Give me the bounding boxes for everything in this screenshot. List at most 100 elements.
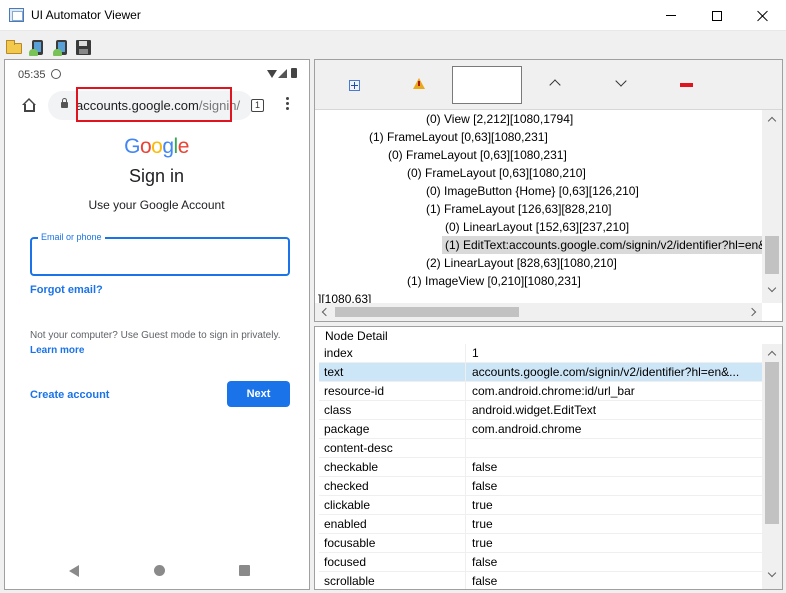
hierarchy-tree[interactable]: (0) View [2,212][1080,1794] (1) FrameLayo… [315, 110, 762, 303]
next-button[interactable]: Next [227, 381, 290, 407]
property-key: checkable [319, 458, 466, 477]
scroll-right-icon[interactable] [747, 307, 757, 317]
property-value[interactable] [467, 439, 762, 458]
hierarchy-panel: (0) View [2,212][1080,1794] (1) FrameLayo… [314, 59, 783, 322]
recents-icon[interactable] [239, 565, 250, 576]
tree-horizontal-scrollbar[interactable] [315, 303, 762, 321]
table-row[interactable]: index 1 [319, 344, 762, 363]
learn-more-link[interactable]: Learn more [30, 345, 84, 356]
property-value[interactable]: false [467, 477, 762, 496]
battery-icon [291, 68, 297, 78]
tree-vertical-scroll-thumb[interactable] [765, 236, 779, 274]
table-row[interactable]: focused false [319, 553, 762, 572]
property-value[interactable]: true [467, 496, 762, 515]
property-value[interactable]: false [467, 553, 762, 572]
property-value[interactable]: com.android.chrome [467, 420, 762, 439]
forgot-email-link[interactable]: Forgot email? [30, 284, 103, 296]
phone-screen[interactable]: 05:35 accounts.google.com/signin/ 1 Goog… [10, 63, 303, 587]
property-key: checked [319, 477, 466, 496]
chevron-down-icon[interactable] [615, 75, 627, 87]
scroll-up-icon[interactable] [767, 350, 777, 360]
property-key: class [319, 401, 466, 420]
property-key: focused [319, 553, 466, 572]
detail-vertical-scrollbar[interactable] [762, 344, 782, 589]
property-key: focusable [319, 534, 466, 553]
table-row[interactable]: clickable true [319, 496, 762, 515]
property-value[interactable]: accounts.google.com/signin/v2/identifier… [467, 363, 762, 382]
minimize-icon [666, 15, 676, 16]
chevron-up-icon[interactable] [549, 79, 561, 91]
property-value[interactable]: 1 [467, 344, 762, 363]
maximize-button[interactable] [694, 0, 740, 31]
node-detail-title: Node Detail [323, 329, 390, 343]
property-key: index [319, 344, 466, 363]
table-row[interactable]: content-desc [319, 439, 762, 458]
detail-vertical-scroll-thumb[interactable] [765, 362, 779, 524]
table-row[interactable]: resource-id com.android.chrome:id/url_bar [319, 382, 762, 401]
title-bar: UI Automator Viewer [0, 0, 786, 31]
device-screenshot-button[interactable] [29, 40, 45, 56]
close-button[interactable] [740, 0, 786, 31]
tree-node[interactable]: (0) FrameLayout [0,63][1080,231] [385, 146, 567, 164]
clear-icon[interactable] [680, 83, 693, 87]
guest-mode-text: Not your computer? Use Guest mode to sig… [30, 330, 281, 341]
table-row[interactable]: checked false [319, 477, 762, 496]
open-folder-button[interactable] [6, 40, 23, 55]
scroll-up-icon[interactable] [767, 116, 777, 126]
signin-subtitle: Use your Google Account [88, 198, 225, 212]
save-button[interactable] [76, 40, 91, 55]
folder-icon [6, 40, 22, 54]
warning-icon[interactable] [413, 78, 425, 89]
property-key: resource-id [319, 382, 466, 401]
more-menu-icon[interactable] [286, 97, 289, 112]
search-input[interactable] [452, 66, 522, 104]
tree-node[interactable]: (0) FrameLayout [0,63][1080,210] [404, 164, 586, 182]
tree-node[interactable]: (1) EditText:accounts.google.com/signin/… [442, 236, 762, 254]
tree-node[interactable]: (0) View [2,212][1080,1794] [423, 110, 573, 128]
table-row[interactable]: enabled true [319, 515, 762, 534]
table-row[interactable]: package com.android.chrome [319, 420, 762, 439]
device-screenshot-panel[interactable]: 05:35 accounts.google.com/signin/ 1 Goog… [4, 59, 310, 590]
tree-node[interactable]: (1) FrameLayout [0,63][1080,231] [366, 128, 548, 146]
tab-switcher-icon[interactable]: 1 [251, 99, 264, 112]
table-row[interactable]: checkable false [319, 458, 762, 477]
main-toolbar [0, 31, 786, 59]
home-icon[interactable] [22, 98, 37, 112]
tree-node[interactable]: (0) LinearLayout [152,63][237,210] [442, 218, 629, 236]
node-detail-table[interactable]: index 1 text accounts.google.com/signin/v2/… [319, 344, 762, 589]
table-row[interactable]: class android.widget.EditText [319, 401, 762, 420]
table-row[interactable]: text accounts.google.com/signin/v2/identi… [319, 363, 762, 382]
minimize-button[interactable] [648, 0, 694, 31]
window-title: UI Automator Viewer [31, 8, 141, 22]
property-value[interactable]: android.widget.EditText [467, 401, 762, 420]
wifi-icon [267, 70, 277, 78]
device-screenshot-compressed-button[interactable] [53, 40, 69, 56]
expand-all-icon[interactable] [349, 80, 360, 91]
tree-horizontal-scroll-thumb[interactable] [335, 307, 519, 317]
email-field[interactable]: Email or phone [30, 232, 290, 276]
property-value[interactable]: false [467, 458, 762, 477]
tree-node[interactable]: ][1080,63] [315, 290, 371, 303]
scroll-down-icon[interactable] [767, 568, 777, 578]
scroll-down-icon[interactable] [767, 283, 777, 293]
property-value[interactable]: true [467, 515, 762, 534]
property-value[interactable]: true [467, 534, 762, 553]
back-icon[interactable] [69, 565, 79, 577]
tree-vertical-scrollbar[interactable] [762, 110, 782, 303]
scroll-left-icon[interactable] [321, 307, 331, 317]
nav-home-icon[interactable] [154, 565, 165, 576]
maximize-icon [712, 10, 722, 21]
table-row[interactable]: focusable true [319, 534, 762, 553]
create-account-link[interactable]: Create account [30, 389, 109, 401]
table-row[interactable]: scrollable false [319, 572, 762, 589]
email-field-label: Email or phone [38, 232, 105, 242]
tree-node[interactable]: (0) ImageButton {Home} [0,63][126,210] [423, 182, 639, 200]
tree-node[interactable]: (1) ImageView [0,210][1080,231] [404, 272, 581, 290]
google-signin-page: Google Sign in Use your Google Account E… [10, 125, 303, 555]
tree-node[interactable]: (1) FrameLayout [126,63][828,210] [423, 200, 611, 218]
property-value[interactable]: false [467, 572, 762, 589]
property-value[interactable]: com.android.chrome:id/url_bar [467, 382, 762, 401]
tree-node[interactable]: (2) LinearLayout [828,63][1080,210] [423, 254, 617, 272]
property-key: text [319, 363, 466, 382]
selected-node-highlight [76, 87, 232, 122]
